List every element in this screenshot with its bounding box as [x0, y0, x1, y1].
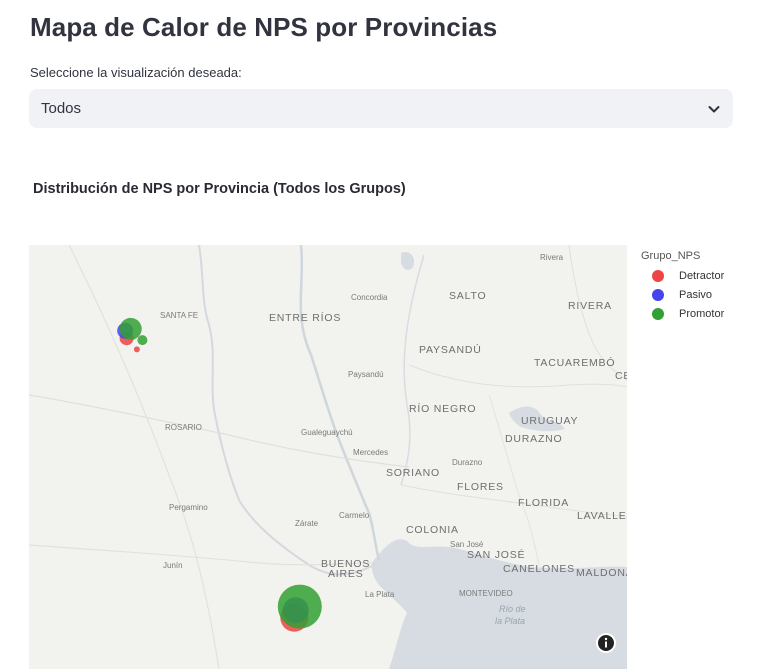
chart-legend: Grupo_NPS Detractor Pasivo Promotor [641, 250, 724, 323]
legend-item-pasivo[interactable]: Pasivo [641, 285, 724, 304]
map-chart[interactable]: SALTO RIVERA ENTRE RÍOS SANTA FE PAYSANDÚ TAC… [29, 245, 627, 669]
select-label: Seleccione la visualización deseada: [30, 65, 242, 80]
legend-dot [652, 288, 664, 301]
chart-subtitle: Distribución de NPS por Provincia (Todos… [33, 181, 406, 197]
legend-dot [652, 307, 664, 320]
visualization-select[interactable]: Todos [29, 89, 733, 128]
legend-dot [652, 269, 664, 282]
legend-title: Grupo_NPS [641, 250, 701, 262]
legend-label: Pasivo [679, 288, 713, 301]
page-title: Mapa de Calor de NPS por Provincias [30, 12, 498, 42]
bubble-detractor[interactable] [133, 346, 140, 353]
bubble-promotor[interactable] [119, 317, 142, 340]
bubble-layer [117, 317, 322, 632]
legend-label: Promotor [679, 307, 725, 320]
chevron-down-icon [707, 102, 721, 116]
legend-item-detractor[interactable]: Detractor [641, 266, 724, 285]
legend-item-promotor[interactable]: Promotor [641, 304, 724, 323]
bubble-promotor[interactable] [277, 584, 322, 629]
info-icon[interactable] [596, 633, 616, 653]
select-value: Todos [41, 100, 82, 117]
legend-label: Detractor [679, 269, 725, 282]
bubble-promotor[interactable] [137, 335, 148, 346]
